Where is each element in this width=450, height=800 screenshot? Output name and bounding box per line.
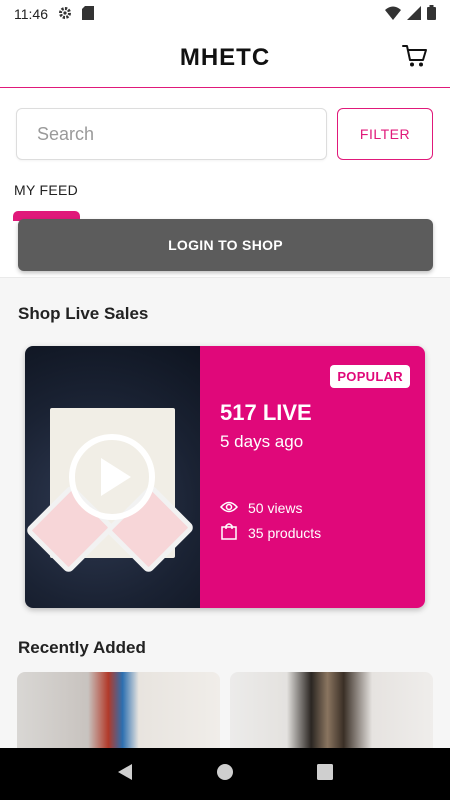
status-bar: 11:46	[0, 0, 450, 28]
signal-icon	[407, 5, 421, 23]
filter-button[interactable]: FILTER	[337, 108, 433, 160]
section-title-recently-added: Recently Added	[18, 638, 146, 657]
wifi-icon	[385, 6, 401, 23]
cart-button[interactable]	[400, 43, 430, 73]
main-content: Shop Live Sales POPULAR 517 LIVE 5 days …	[0, 277, 450, 749]
gear-icon	[58, 6, 72, 23]
live-sale-card[interactable]: POPULAR 517 LIVE 5 days ago 50 views 35 …	[25, 346, 425, 608]
search-row: FILTER	[16, 108, 434, 160]
popular-badge: POPULAR	[330, 365, 410, 388]
login-to-shop-button[interactable]: LOGIN TO SHOP	[18, 219, 433, 271]
eye-icon	[219, 500, 239, 516]
views-stat: 50 views	[219, 500, 303, 516]
battery-icon	[427, 5, 436, 23]
live-sale-title: 517 LIVE	[220, 400, 312, 425]
live-sale-info: POPULAR 517 LIVE 5 days ago 50 views 35 …	[200, 346, 425, 608]
app-title: MHETC	[179, 43, 271, 71]
shopping-cart-icon	[402, 44, 428, 73]
play-icon[interactable]	[69, 434, 155, 520]
live-sale-thumbnail	[25, 346, 200, 608]
system-nav-bar	[0, 748, 450, 800]
views-count: 50 views	[248, 500, 303, 516]
sd-card-icon	[82, 5, 94, 23]
recent-item-thumbnail[interactable]	[17, 672, 220, 749]
status-time: 11:46	[14, 6, 48, 22]
tab-my-feed[interactable]: MY FEED	[14, 182, 78, 198]
products-count: 35 products	[248, 524, 322, 541]
recents-icon[interactable]	[317, 763, 334, 785]
back-icon[interactable]	[117, 763, 133, 786]
recent-item-thumbnail[interactable]	[230, 672, 433, 749]
home-icon[interactable]	[216, 763, 234, 786]
app-header: MHETC	[0, 28, 450, 88]
live-sale-age: 5 days ago	[220, 432, 304, 451]
shopping-bag-icon	[220, 522, 238, 543]
products-stat: 35 products	[220, 522, 321, 543]
search-input[interactable]	[16, 108, 327, 160]
section-title-live-sales: Shop Live Sales	[18, 304, 149, 323]
